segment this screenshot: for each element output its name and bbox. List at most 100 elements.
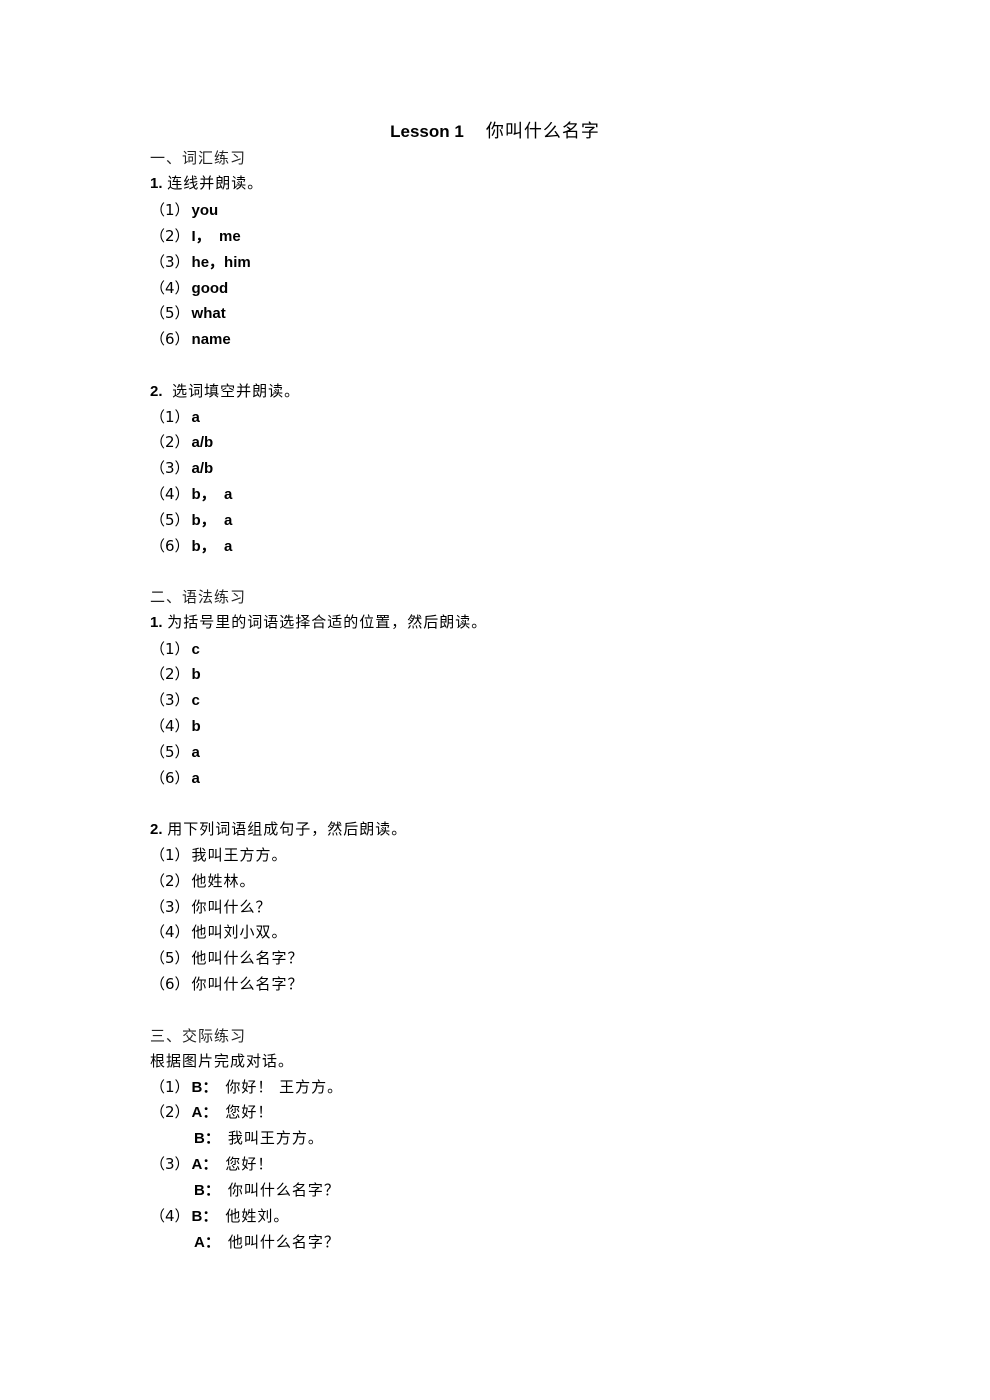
exercise-instruction: 1. 连线并朗读。: [150, 172, 263, 195]
item-label: （4）: [150, 279, 190, 297]
answer-item: （6） 你叫什么名字？: [150, 973, 304, 995]
exercise-instruction: 2. 选词填空并朗读。: [150, 380, 300, 403]
speaker-label: A：: [191, 1156, 218, 1173]
answer-item: （2） a/b: [150, 431, 213, 454]
speech-text: 你叫什么名字？: [227, 1181, 340, 1199]
speaker-label: A：: [191, 1104, 218, 1121]
speaker-label: B：: [194, 1182, 220, 1199]
dialogue-line: B： 你叫什么名字？: [150, 1179, 340, 1202]
answer-item: （1） you: [150, 199, 218, 222]
item-label: （3）: [150, 459, 190, 477]
item-label: （5）: [150, 743, 190, 761]
item-label: （2）: [150, 872, 190, 890]
dialogue-line: （4） B： 他姓刘。: [150, 1205, 289, 1228]
item-label: （2）: [150, 1103, 190, 1121]
answer-item: （5） what: [150, 302, 226, 325]
item-answer: b: [191, 666, 201, 683]
answer-item: （3） 你叫什么？: [150, 896, 272, 918]
section-heading-communication: 三、交际练习: [150, 1027, 247, 1045]
section-heading-vocab: 一、词汇练习: [150, 149, 247, 167]
item-label: （2）: [150, 433, 190, 451]
item-label: （1）: [150, 201, 190, 219]
answer-item: （6） name: [150, 328, 231, 351]
answer-item: （4） b: [150, 715, 201, 738]
item-answer: c: [191, 641, 200, 658]
item-label: （1）: [150, 408, 190, 426]
lesson-number: Lesson 1: [390, 122, 464, 141]
item-answer: he，him: [191, 254, 251, 271]
answer-item: （3） c: [150, 689, 200, 712]
item-answer: b， a: [191, 486, 233, 503]
answer-item: （1） a: [150, 406, 200, 429]
lesson-name: 你叫什么名字: [485, 121, 600, 142]
answer-item: （4） b， a: [150, 483, 232, 506]
answer-item: （3） a/b: [150, 457, 213, 480]
item-answer: b， a: [191, 538, 233, 555]
answer-item: （4） good: [150, 277, 228, 300]
item-answer: 你叫什么名字？: [191, 975, 304, 993]
item-answer: a/b: [191, 460, 214, 477]
item-label: （1）: [150, 640, 190, 658]
exercise-instruction: 1. 为括号里的词语选择合适的位置，然后朗读。: [150, 611, 487, 634]
item-label: （5）: [150, 304, 190, 322]
item-answer: 他姓林。: [191, 872, 256, 890]
answer-item: （2） b: [150, 663, 201, 686]
instruction-text: 选词填空并朗读。: [172, 382, 301, 400]
speech-text: 他叫什么名字？: [227, 1233, 340, 1251]
item-label: （3）: [150, 898, 190, 916]
item-label: （4）: [150, 485, 190, 503]
answer-item: （5） 他叫什么名字？: [150, 947, 304, 969]
instruction-text: 连线并朗读。: [167, 174, 264, 192]
answer-item: （1） 我叫王方方。: [150, 844, 288, 866]
item-label: （6）: [150, 975, 190, 993]
item-label: （1）: [150, 846, 190, 864]
item-answer: b: [191, 718, 201, 735]
item-label: （2）: [150, 227, 190, 245]
item-label: （4）: [150, 923, 190, 941]
item-label: （5）: [150, 949, 190, 967]
item-answer: name: [191, 331, 231, 348]
answer-item: （2） 他姓林。: [150, 870, 256, 892]
item-answer: good: [191, 280, 229, 297]
item-answer: you: [191, 202, 219, 219]
answer-item: （5） b， a: [150, 509, 232, 532]
instruction-text: 为括号里的词语选择合适的位置，然后朗读。: [167, 613, 488, 631]
speaker-label: B：: [191, 1208, 218, 1225]
answer-item: （2） I， me: [150, 225, 241, 248]
dialogue-line: （2） A： 您好！: [150, 1101, 273, 1124]
item-answer: b， a: [191, 512, 233, 529]
item-answer: c: [191, 692, 200, 709]
item-answer: I， me: [191, 228, 241, 245]
item-answer: a: [191, 770, 200, 787]
speech-text: 您好！: [225, 1155, 274, 1173]
item-label: （2）: [150, 665, 190, 683]
page-title: Lesson 1 你叫什么名字: [0, 119, 990, 145]
exercise-instruction: 2. 用下列词语组成句子，然后朗读。: [150, 818, 407, 841]
item-label: （6）: [150, 769, 190, 787]
document-page: Lesson 1 你叫什么名字 一、词汇练习 1. 连线并朗读。 （1） you （…: [0, 0, 990, 1400]
item-label: （3）: [150, 253, 190, 271]
dialogue-line: （1） B： 你好！ 王方方。: [150, 1076, 343, 1099]
exercise-number: 1.: [150, 614, 163, 631]
item-label: （1）: [150, 1078, 190, 1096]
answer-item: （3） he，him: [150, 251, 251, 274]
dialogue-line: B： 我叫王方方。: [150, 1127, 324, 1150]
item-label: （6）: [150, 537, 190, 555]
speaker-label: A：: [194, 1234, 220, 1251]
dialogue-line: A： 他叫什么名字？: [150, 1231, 340, 1254]
speaker-label: B：: [194, 1130, 220, 1147]
instruction-text: 用下列词语组成句子，然后朗读。: [167, 820, 408, 838]
item-answer: what: [191, 305, 226, 322]
section-heading-grammar: 二、语法练习: [150, 588, 247, 606]
speech-text: 我叫王方方。: [227, 1129, 324, 1147]
speaker-label: B：: [191, 1079, 218, 1096]
item-label: （4）: [150, 717, 190, 735]
speech-text: 您好！: [225, 1103, 274, 1121]
speech-text: 你好！ 王方方。: [225, 1078, 344, 1096]
item-label: （3）: [150, 1155, 190, 1173]
item-answer: 他叫什么名字？: [191, 949, 304, 967]
answer-item: （4） 他叫刘小双。: [150, 921, 288, 943]
exercise-instruction: 根据图片完成对话。: [150, 1052, 295, 1070]
item-label: （5）: [150, 511, 190, 529]
answer-item: （5） a: [150, 741, 200, 764]
